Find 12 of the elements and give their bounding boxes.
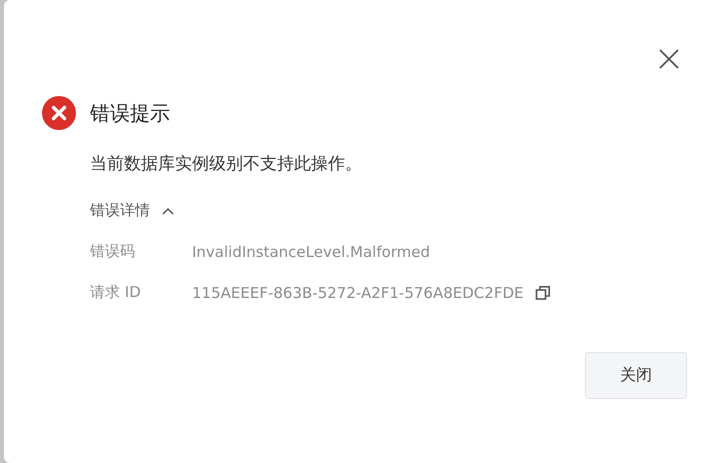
detail-value: 115AEEEF-863B-5272-A2F1-576A8EDC2FDE bbox=[192, 284, 524, 302]
detail-value: InvalidInstanceLevel.Malformed bbox=[192, 242, 430, 260]
details-toggle[interactable]: 错误详情 bbox=[90, 201, 174, 220]
copy-icon[interactable] bbox=[535, 284, 552, 300]
caret-icon bbox=[162, 206, 174, 214]
dialog-title: 错误提示 bbox=[90, 100, 170, 126]
close-button[interactable] bbox=[658, 48, 680, 70]
detail-label: 错误码 bbox=[90, 242, 136, 261]
error-icon bbox=[42, 96, 76, 130]
detail-label: 请求 ID bbox=[90, 283, 142, 302]
error-message: 当前数据库实例级别不支持此操作。 bbox=[90, 153, 363, 175]
close-dialog-button[interactable]: 关闭 bbox=[585, 352, 687, 399]
